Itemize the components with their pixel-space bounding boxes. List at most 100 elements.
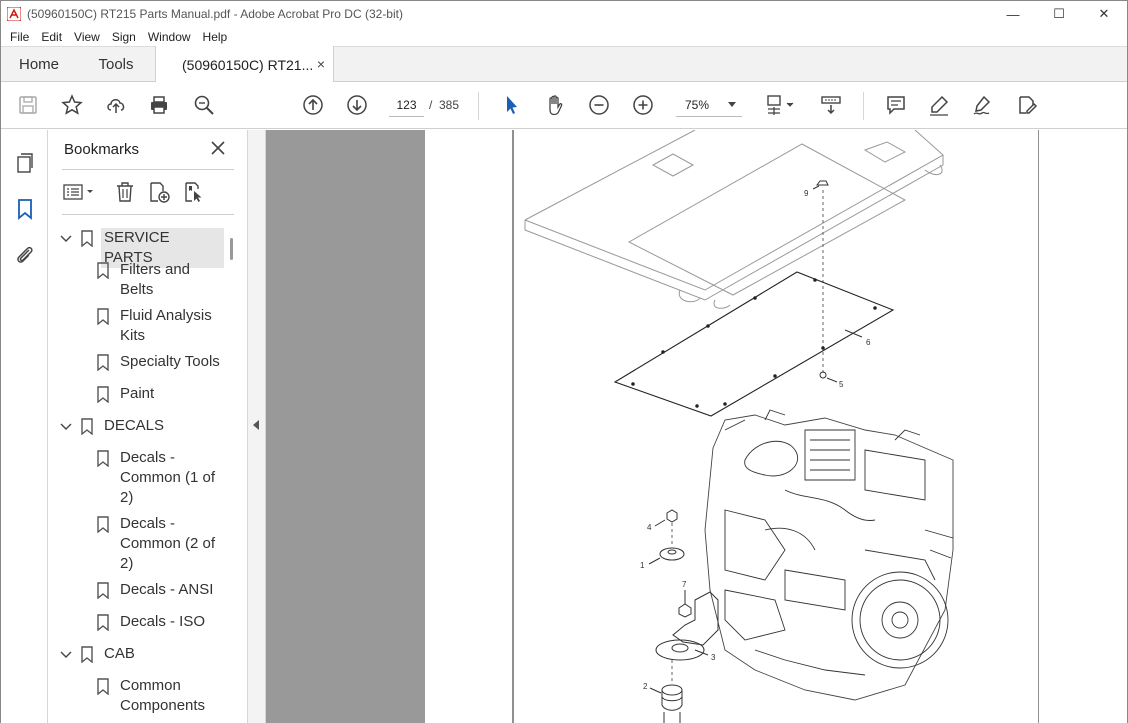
menu-bar: File Edit View Sign Window Help [1,27,1127,46]
window-title: (50960150C) RT215 Parts Manual.pdf - Ado… [27,7,403,21]
collapse-arrow-icon[interactable] [253,420,259,430]
star-icon[interactable] [59,92,85,118]
zoom-search-icon[interactable] [191,92,217,118]
left-rail [1,130,48,723]
menu-file[interactable]: File [1,30,35,44]
bookmark-label: Fluid Analysis Kits [120,307,212,344]
callout-2: 2 [643,682,683,723]
parts-drawing: 9 6 5 4 1 7 3 2 [512,130,1039,723]
bookmarks-scrollbar[interactable] [230,238,233,260]
bookmark-label: CAB [104,645,135,662]
find-bookmark-icon[interactable] [182,180,206,204]
title-bar: (50960150C) RT215 Parts Manual.pdf - Ado… [1,1,1127,27]
tab-document[interactable]: (50960150C) RT21... × [155,46,334,83]
tab-bar: Home Tools (50960150C) RT21... × [1,46,1127,83]
callout-1: 1 [640,547,685,570]
page-up-icon[interactable] [300,92,326,118]
toolbar: 123 / 385 75% [1,82,1127,129]
callout-9: 9 [804,180,829,198]
page-separator: / [429,98,433,112]
zoom-dropdown[interactable]: 75% [676,94,742,117]
bookmarks-divider [62,214,234,215]
pages-icon[interactable] [13,151,37,175]
zoom-in-icon[interactable] [630,92,656,118]
cover-plate [524,130,944,309]
viewport-background [266,130,425,723]
callout-7: 7 [678,580,692,618]
document-viewport[interactable]: 9 6 5 4 1 7 3 2 [266,130,1127,723]
sign-icon[interactable] [970,92,996,118]
toolbar-divider [478,92,479,120]
page-down-icon[interactable] [344,92,370,118]
minimize-button[interactable]: — [990,1,1036,27]
save-icon[interactable] [15,92,41,118]
bookmark-label: Decals - Common (2 of 2) [120,515,216,572]
gasket [613,271,895,417]
bookmark-icon [97,582,109,599]
page-number-input[interactable]: 123 [389,94,424,117]
bookmark-icon [97,450,109,467]
zoom-value: 75% [685,98,710,112]
tab-home[interactable]: Home [1,47,77,82]
bookmark-label: Decals - ISO [120,613,206,630]
menu-window[interactable]: Window [142,30,197,44]
callout-label: 7 [682,580,687,589]
menu-edit[interactable]: Edit [35,30,68,44]
options-menu-icon[interactable] [62,180,98,204]
callout-4: 4 [647,509,678,532]
callout-label: 4 [647,523,652,532]
bookmarks-toolbar [62,178,234,208]
tab-tools[interactable]: Tools [77,47,155,82]
zoom-out-icon[interactable] [586,92,612,118]
scroll-mode-icon[interactable] [818,92,844,118]
chevron-down-icon [728,102,736,107]
bookmark-label: Specialty Tools [120,353,220,370]
fit-page-icon[interactable] [763,92,799,118]
panel-splitter[interactable] [247,130,266,723]
toolbar-divider [863,92,864,120]
delete-icon[interactable] [113,180,137,204]
close-window-button[interactable]: ✕ [1081,1,1127,27]
page-total: 385 [439,98,460,112]
bookmarks-panel: Bookmarks SERVICE PARTS Filters and Belt… [48,130,247,723]
upload-icon[interactable] [103,92,129,118]
print-icon[interactable] [146,92,172,118]
comment-icon[interactable] [883,92,909,118]
bookmarks-divider [62,169,234,170]
callout-label: 1 [640,561,645,570]
bookmark-label: Paint [120,385,155,402]
bookmark-icon [97,308,109,325]
bookmark-icon [97,516,109,533]
bookmark-icon [97,354,109,371]
callout-label: 3 [711,653,716,662]
bookmark-label: Decals - Common (1 of 2) [120,449,216,506]
highlight-icon[interactable] [926,92,952,118]
bookmark-icon [97,678,109,695]
new-bookmark-icon[interactable] [147,180,171,204]
bookmarks-header: Bookmarks [64,141,140,158]
callout-label: 2 [643,682,648,691]
chevron-down-icon[interactable] [60,233,72,245]
edit-pdf-icon[interactable] [1014,92,1040,118]
tab-close-icon[interactable]: × [317,56,325,72]
bookmark-panel-icon[interactable] [13,197,37,221]
bookmark-label: Filters and Belts [120,261,191,298]
select-arrow-icon[interactable] [498,92,524,118]
chevron-down-icon[interactable] [60,649,72,661]
menu-help[interactable]: Help [197,30,234,44]
callout-label: 6 [866,338,871,347]
close-icon[interactable] [209,139,227,157]
menu-sign[interactable]: Sign [106,30,142,44]
callout-5: 5 [819,371,844,389]
maximize-button[interactable]: ☐ [1036,1,1082,27]
bookmark-label: Decals - ANSI [120,581,214,598]
bookmark-icon [81,646,93,663]
bookmark-icon [97,262,109,279]
menu-view[interactable]: View [68,30,106,44]
callout-3: 3 [655,591,719,662]
chevron-down-icon[interactable] [60,421,72,433]
attachment-icon[interactable] [13,243,37,267]
hand-icon[interactable] [542,92,568,118]
callout-label: 5 [839,380,844,389]
bookmark-icon [81,418,93,435]
